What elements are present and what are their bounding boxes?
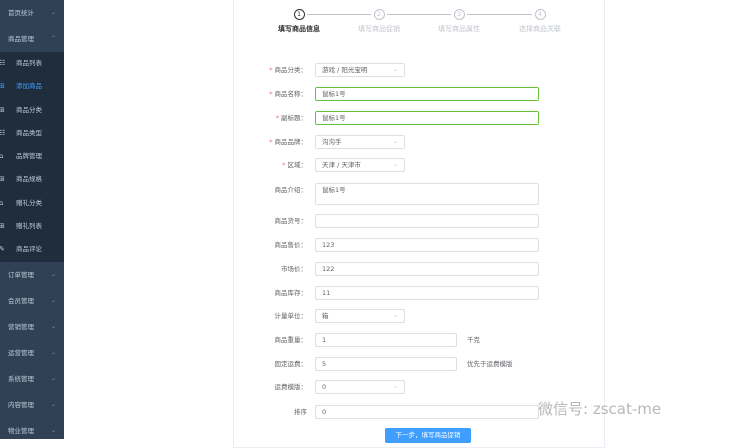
form-row: 固定运费： 5 优先于运费模版 [234, 357, 604, 371]
field-label: * 商品品牌： [269, 138, 307, 146]
sidebar-menu[interactable]: 运营管理 ⌄ [0, 340, 64, 366]
form-row: 商品售价： 123 [234, 238, 604, 252]
input-field[interactable]: 鼠标1号 [315, 87, 539, 101]
watermark: 微信号: zscat-me [538, 400, 662, 418]
sidebar-menu[interactable]: 内容管理 ⌄ [0, 392, 64, 418]
form-row: * 商品品牌： 沟沟手 ⌄ [234, 135, 604, 149]
input-field[interactable]: 鼠标1号 [315, 183, 539, 205]
sidebar-item[interactable]: ✎ 商品评论 [0, 238, 64, 261]
select-field[interactable]: 0 ⌄ [315, 380, 405, 394]
step-4: 4 选择商品关联 [519, 9, 561, 33]
chevron-down-icon: ⌄ [392, 161, 398, 168]
field-suffix: 优先于运费模版 [467, 360, 513, 368]
sidebar-menu[interactable]: 物业管理 ⌄ [0, 418, 64, 444]
input-field[interactable]: 1 [315, 333, 457, 347]
chevron-down-icon: ⌄ [392, 138, 398, 145]
form-row: * 商品名称： 鼠标1号 [234, 87, 604, 101]
form-row: 商品介绍： 鼠标1号 [234, 183, 604, 205]
field-label: * 商品名称： [269, 90, 307, 98]
field-label: 商品介绍： [274, 186, 308, 194]
sidebar-item[interactable]: ☷ 商品列表 [0, 52, 64, 75]
input-field[interactable]: 鼠标1号 [315, 111, 539, 125]
form-row: 商品货号： [234, 214, 604, 228]
chevron-down-icon: ⌄ [392, 66, 398, 73]
field-label: 固定运费： [274, 360, 308, 368]
chevron-down-icon: ⌄ [50, 400, 56, 408]
form-row: 计量单位： 箱 ⌄ [234, 309, 604, 323]
next-step-button[interactable]: 下一步，填写商品促销 [385, 428, 471, 443]
edit-icon: ✎ [0, 245, 5, 254]
sidebar-item[interactable]: ⌂ 赠礼分类 [0, 192, 64, 215]
sidebar-item[interactable]: ☷ 商品类型 [0, 122, 64, 145]
chevron-down-icon: ⌄ [50, 374, 56, 382]
chevron-down-icon: ⌄ [50, 296, 56, 304]
form-row: 市场价： 122 [234, 262, 604, 276]
sidebar-menu[interactable]: 商品管理 ⌃ [0, 26, 64, 52]
sidebar-item[interactable]: ⊞ 商品分类 [0, 99, 64, 122]
field-label: 计量单位： [274, 312, 308, 320]
form-row: 商品库存： 11 [234, 286, 604, 300]
list-icon: ☷ [0, 59, 6, 67]
form-row: 商品重量： 1 千克 [234, 333, 604, 347]
input-field[interactable]: 5 [315, 357, 457, 371]
select-field[interactable]: 天津 / 天津市 ⌄ [315, 158, 405, 172]
input-field[interactable]: 123 [315, 238, 539, 252]
field-label: 商品库存： [274, 289, 308, 297]
sidebar-item[interactable]: ⊞ 添加商品 [0, 75, 64, 98]
field-label: 市场价： [281, 265, 307, 273]
form-row: 运费模版： 0 ⌄ [234, 380, 604, 394]
sidebar-menu[interactable]: 营销管理 ⌄ [0, 314, 64, 340]
chevron-up-icon: ⌃ [50, 35, 56, 42]
select-field[interactable]: 游戏 / 阳光宝明 ⌄ [315, 63, 405, 77]
chevron-down-icon: ⌄ [50, 270, 56, 278]
step-2: 2 填写商品促销 [358, 9, 400, 33]
input-field[interactable]: 122 [315, 262, 539, 276]
input-field[interactable]: 11 [315, 286, 539, 300]
sidebar: 首页统计 ⌄ 商品管理 ⌃ ☷ 商品列表 ⊞ 添加商品 ⊞ 商品分类 ☷ 商品类型 ⌂ 品牌管理 ⊞ 商品规格… [0, 0, 64, 439]
form-row: * 商品分类： 游戏 / 阳光宝明 ⌄ [234, 63, 604, 77]
chevron-down-icon: ⌄ [50, 426, 56, 434]
field-label: * 商品分类： [269, 66, 307, 74]
input-field[interactable] [315, 214, 539, 228]
tag-icon: ⌂ [0, 198, 4, 207]
input-field[interactable]: 0 [315, 405, 539, 419]
list-icon: ☷ [0, 128, 6, 137]
chevron-down-icon: ⌄ [50, 348, 56, 356]
tag-icon: ⌂ [0, 152, 4, 161]
field-label: * 副标题： [275, 114, 307, 122]
select-field[interactable]: 箱 ⌄ [315, 309, 405, 323]
submenu: ☷ 商品列表 ⊞ 添加商品 ⊞ 商品分类 ☷ 商品类型 ⌂ 品牌管理 ⊞ 商品规格 ⌂ 赠礼分类 ⊞ 赠礼列表… [0, 52, 64, 262]
grid-icon: ⊞ [0, 222, 5, 231]
field-label: 商品重量： [274, 336, 308, 344]
sidebar-menu[interactable]: 会员管理 ⌄ [0, 288, 64, 314]
chevron-down-icon: ⌄ [50, 9, 56, 16]
form-row: * 副标题： 鼠标1号 [234, 111, 604, 125]
sidebar-item[interactable]: ⊞ 赠礼列表 [0, 215, 64, 238]
chevron-down-icon: ⌄ [392, 312, 398, 319]
field-label: 运费模版： [274, 383, 308, 391]
field-label: * 区域： [282, 161, 307, 169]
sidebar-menu[interactable]: 订单管理 ⌄ [0, 262, 64, 288]
add-icon: ⊞ [0, 82, 5, 91]
sidebar-menu[interactable]: 系统管理 ⌄ [0, 366, 64, 392]
sidebar-item[interactable]: ⌂ 品牌管理 [0, 145, 64, 168]
field-suffix: 千克 [467, 336, 480, 344]
step-3: 3 填写商品属性 [438, 9, 480, 33]
form-row: * 区域： 天津 / 天津市 ⌄ [234, 158, 604, 172]
field-label: 排序 [294, 408, 307, 416]
step-1: 1 填写商品信息 [278, 9, 320, 33]
field-label: 商品售价： [274, 241, 308, 249]
select-field[interactable]: 沟沟手 ⌄ [315, 135, 405, 149]
sidebar-menu[interactable]: 首页统计 ⌄ [0, 0, 64, 26]
field-label: 商品货号： [274, 217, 308, 225]
sidebar-item[interactable]: ⊞ 商品规格 [0, 168, 64, 191]
grid-icon: ⊞ [0, 105, 5, 114]
grid-icon: ⊞ [0, 175, 5, 184]
chevron-down-icon: ⌄ [50, 322, 56, 330]
chevron-down-icon: ⌄ [392, 383, 398, 390]
form-card: 1 填写商品信息 2 填写商品促销 3 填写商品属性 4 选择商品关联 * 商品分类： 游戏 / … [233, 0, 605, 448]
